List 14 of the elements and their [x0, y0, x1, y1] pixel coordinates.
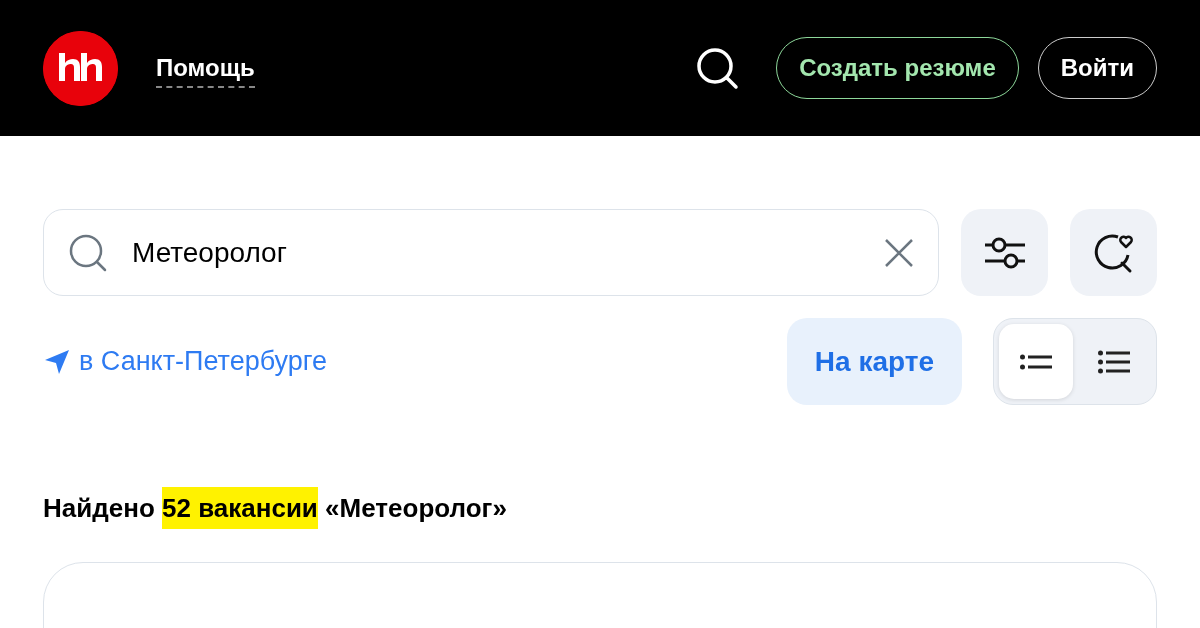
search-icon[interactable] [695, 46, 740, 90]
map-button[interactable]: На карте [786, 318, 962, 405]
search-field[interactable]: Метеоролог [130, 235, 862, 270]
help-link[interactable]: Помощь [156, 54, 255, 88]
view-mode-button[interactable] [999, 324, 1073, 399]
search-bar[interactable]: Метеоролог [43, 209, 939, 296]
search-icon [68, 232, 108, 273]
location-link[interactable]: в Санкт-Петербурге [43, 346, 328, 377]
saved-search-button[interactable] [1070, 209, 1157, 296]
clear-icon[interactable] [884, 237, 914, 268]
filter-button[interactable] [961, 209, 1048, 296]
logo-icon[interactable] [43, 30, 118, 106]
results-heading: Найдено 52 вакансии «Метеоролог» [43, 485, 507, 532]
location-arrow-icon [43, 347, 71, 376]
